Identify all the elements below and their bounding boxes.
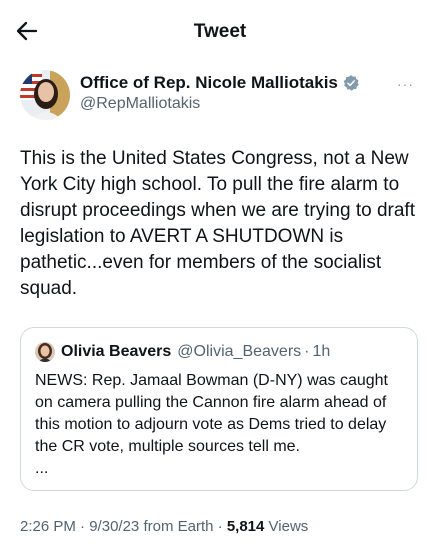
quoted-tweet[interactable]: Olivia Beavers @Olivia_Beavers · 1h NEWS… <box>20 327 418 491</box>
tweet-source: from Earth <box>143 518 214 535</box>
more-options-icon[interactable]: ··· <box>397 76 414 92</box>
separator-dot: · <box>80 518 86 535</box>
author-handle[interactable]: @RepMalliotakis <box>80 95 200 113</box>
quoted-time: 1h <box>312 343 331 360</box>
tweet-date: 9/30/23 <box>89 518 140 535</box>
separator-dot: · <box>304 343 310 360</box>
quoted-ellipsis: ... <box>35 460 49 477</box>
top-bar: Tweet <box>0 0 440 62</box>
quoted-text: NEWS: Rep. Jamaal Bowman (D-NY) was caug… <box>35 370 405 480</box>
verified-badge-icon <box>342 74 360 92</box>
views-count[interactable]: 5,814 <box>227 518 265 535</box>
quoted-author-name: Olivia Beavers <box>61 343 172 360</box>
views-label: Views <box>268 518 309 535</box>
tweet-text: This is the United States Congress, not … <box>20 148 415 299</box>
tweet-meta: 2:26 PM · 9/30/23 from Earth · 5,814 Vie… <box>20 518 308 535</box>
separator-dot: · <box>217 518 223 535</box>
author-avatar[interactable] <box>20 70 70 120</box>
author-name[interactable]: Office of Rep. Nicole Malliotakis <box>80 73 338 93</box>
quoted-author-handle: @Olivia_Beavers <box>177 343 302 360</box>
quoted-author-avatar <box>35 342 55 362</box>
tweet-header: Office of Rep. Nicole Malliotakis @RepMa… <box>20 66 420 126</box>
quoted-body: NEWS: Rep. Jamaal Bowman (D-NY) was caug… <box>35 372 388 455</box>
page-title: Tweet <box>193 21 247 42</box>
tweet-time: 2:26 PM <box>20 518 76 535</box>
